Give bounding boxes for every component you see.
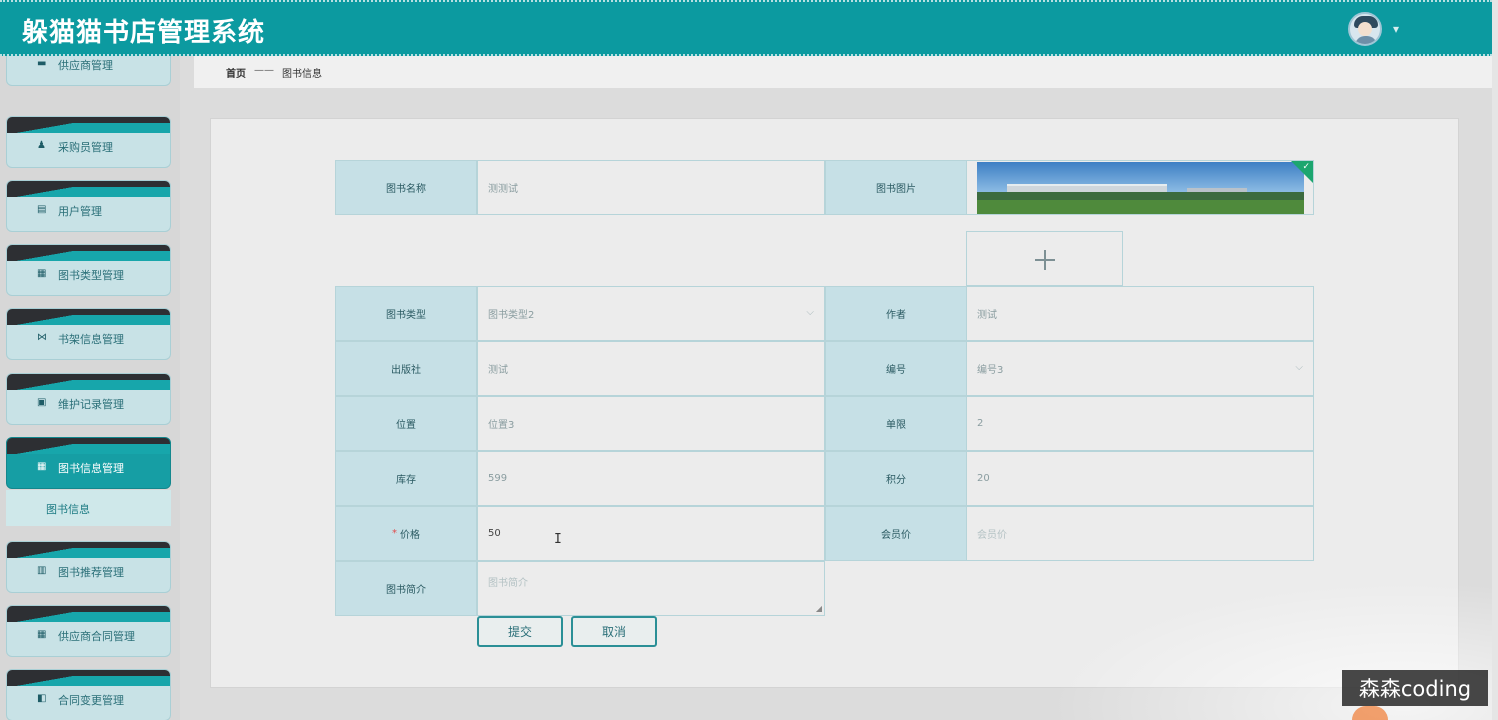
sidebar-item-contract[interactable]: ▦ 供应商合同管理: [6, 605, 171, 657]
app-title: 躲猫猫书店管理系统: [22, 18, 266, 48]
sidebar-item-label: 图书推荐管理: [58, 566, 124, 579]
book-photo: [977, 162, 1304, 214]
type-select-value: 图书类型2: [488, 310, 535, 321]
cancel-button[interactable]: 取消: [571, 616, 657, 647]
submenu: 图书信息: [6, 490, 171, 526]
required-mark: *: [392, 528, 397, 539]
limit-input[interactable]: 2: [966, 396, 1314, 451]
price-input[interactable]: 50: [477, 506, 825, 561]
type-label: 图书类型: [335, 286, 477, 341]
member-price-label: 会员价: [825, 506, 967, 561]
upload-image-button[interactable]: [966, 231, 1123, 286]
stock-input[interactable]: 599: [477, 451, 825, 506]
price-label: * 价格: [335, 506, 477, 561]
menu-cap: [7, 181, 170, 197]
grid-icon: ▦: [37, 268, 47, 279]
sidebar-item-label: 图书信息管理: [58, 462, 124, 475]
intro-placeholder: 图书简介: [488, 578, 528, 589]
user-avatar[interactable]: [1348, 12, 1382, 46]
sidebar-item-label: 书架信息管理: [58, 333, 124, 346]
menu-cap: [7, 117, 170, 133]
publisher-input[interactable]: 测试: [477, 341, 825, 396]
submenu-item-book-info[interactable]: 图书信息: [46, 501, 90, 517]
decorative-blob: [1352, 706, 1388, 720]
stock-label: 库存: [335, 451, 477, 506]
sidebar-item-label: 供应商管理: [58, 59, 113, 72]
price-label-text: 价格: [400, 530, 420, 541]
sidebar-item-book-info[interactable]: ▦ 图书信息管理: [6, 437, 171, 489]
clipboard-icon: ▤: [37, 204, 47, 215]
sidebar-item-label: 图书类型管理: [58, 269, 124, 282]
author-input[interactable]: 测试: [966, 286, 1314, 341]
image-label: 图书图片: [825, 160, 967, 215]
name-label: 图书名称: [335, 160, 477, 215]
book-image-preview[interactable]: ✓: [966, 160, 1314, 215]
avatar-body: [1355, 36, 1377, 44]
sidebar-item-purchaser[interactable]: ♟ 采购员管理: [6, 116, 171, 168]
position-label: 位置: [335, 396, 477, 451]
sidebar-item-label: 采购员管理: [58, 141, 113, 154]
menu-cap: [7, 438, 170, 454]
code-select[interactable]: 编号3 ⌵: [966, 341, 1314, 396]
chevron-down-icon: ⌵: [806, 307, 814, 318]
sidebar-item-supplier[interactable]: ▬ 供应商管理: [6, 56, 171, 86]
watermark: 森森coding: [1342, 670, 1488, 706]
user-icon: ♟: [37, 140, 46, 151]
sidebar-item-book-type[interactable]: ▦ 图书类型管理: [6, 244, 171, 296]
photo-grass: [977, 200, 1304, 214]
limit-label: 单限: [825, 396, 967, 451]
sidebar-item-shelf[interactable]: ⋈ 书架信息管理: [6, 308, 171, 360]
menu-cap: [7, 374, 170, 390]
author-label: 作者: [825, 286, 967, 341]
menu-cap: [7, 542, 170, 558]
intro-label: 图书简介: [335, 561, 477, 616]
sidebar-item-label: 供应商合同管理: [58, 630, 135, 643]
points-label: 积分: [825, 451, 967, 506]
submit-button[interactable]: 提交: [477, 616, 563, 647]
top-header: 躲猫猫书店管理系统 ▾: [0, 0, 1492, 56]
sidebar-item-contract-change[interactable]: ◧ 合同变更管理: [6, 669, 171, 720]
breadcrumb-current: 图书信息: [282, 69, 322, 80]
check-doc-icon: ▥: [37, 565, 47, 576]
menu-cap: [7, 670, 170, 686]
grid-icon: ▦: [37, 461, 47, 472]
text-cursor-icon: I: [554, 532, 562, 547]
points-input[interactable]: 20: [966, 451, 1314, 506]
publisher-label: 出版社: [335, 341, 477, 396]
code-select-value: 编号3: [977, 365, 1004, 376]
member-price-input[interactable]: 会员价: [966, 506, 1314, 561]
type-select[interactable]: 图书类型2 ⌵: [477, 286, 825, 341]
breadcrumb: 首页 —— 图书信息: [226, 65, 322, 80]
chevron-down-icon[interactable]: ▾: [1393, 22, 1399, 36]
resize-handle-icon[interactable]: ◢: [816, 604, 822, 613]
name-input[interactable]: 测测试: [477, 160, 825, 215]
sidebar-item-recommend[interactable]: ▥ 图书推荐管理: [6, 541, 171, 593]
grid-icon: ▦: [37, 629, 47, 640]
breadcrumb-separator: ——: [254, 65, 274, 76]
card-icon: ▬: [37, 58, 47, 69]
sidebar-item-users[interactable]: ▤ 用户管理: [6, 180, 171, 232]
sidebar-item-label: 用户管理: [58, 205, 102, 218]
breadcrumb-home[interactable]: 首页: [226, 65, 246, 80]
sidebar: ▬ 供应商管理 ♟ 采购员管理 ▤ 用户管理 ▦ 图书类型管理 ⋈ 书架信息管理…: [0, 56, 180, 720]
position-input[interactable]: 位置3: [477, 396, 825, 451]
bowtie-icon: ⋈: [37, 332, 47, 343]
menu-cap: [7, 245, 170, 261]
sidebar-item-label: 合同变更管理: [58, 694, 124, 707]
sidebar-item-maintenance[interactable]: ▣ 维护记录管理: [6, 373, 171, 425]
menu-cap: [7, 606, 170, 622]
avatar-face: [1358, 22, 1372, 36]
window-scrollbar[interactable]: [1492, 0, 1498, 720]
check-icon: ✓: [1302, 162, 1310, 172]
chart-icon: ▣: [37, 397, 47, 408]
breadcrumb-bar: 首页 —— 图书信息: [194, 56, 1492, 88]
menu-cap: [7, 309, 170, 325]
code-label: 编号: [825, 341, 967, 396]
intro-textarea[interactable]: 图书简介 ◢: [477, 561, 825, 616]
sidebar-item-label: 维护记录管理: [58, 398, 124, 411]
plus-icon: [1044, 250, 1046, 270]
photo-trees: [977, 192, 1304, 200]
thumb-icon: ◧: [37, 693, 47, 704]
chevron-down-icon: ⌵: [1295, 362, 1303, 373]
